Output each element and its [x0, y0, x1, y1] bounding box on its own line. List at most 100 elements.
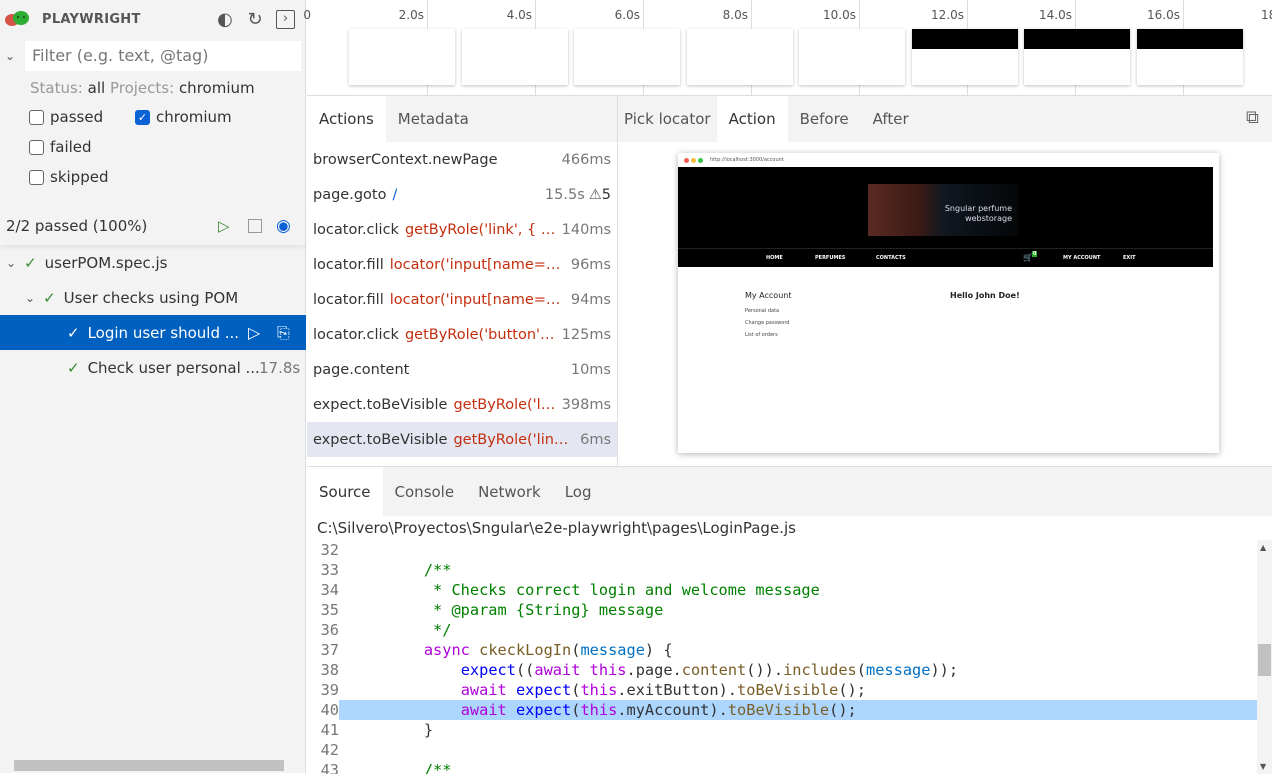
theme-toggle-icon[interactable]: ◐ [215, 10, 235, 30]
tree-item-test-selected[interactable]: ✓ Login user should ... ▷ ⎘ [0, 315, 306, 350]
timeline-frame[interactable] [799, 29, 905, 85]
timeline-frame[interactable] [1136, 29, 1243, 85]
code-line: 43 /** [307, 760, 1257, 774]
filter-status-summary[interactable]: Status: all Projects: chromium [30, 79, 255, 97]
action-item[interactable]: locator.click getByRole('link', { na... 14… [307, 212, 617, 247]
action-item[interactable]: locator.fill locator('input[name="p... 94m… [307, 282, 617, 317]
tab-console[interactable]: Console [383, 467, 467, 516]
tab-source[interactable]: Source [307, 467, 383, 516]
line-number: 32 [320, 541, 339, 559]
horizontal-scrollbar[interactable] [14, 760, 284, 771]
action-selector: getByRole('link', { na... [404, 221, 558, 238]
snapshot-page: Sngular perfume webstorage HOME PERFUMES … [678, 167, 1213, 453]
action-item[interactable]: page.goto/15.5s ⚠ 5 [307, 177, 617, 212]
filter-input[interactable]: Filter (e.g. text, @tag) [25, 41, 301, 71]
action-duration: 466ms [561, 151, 611, 168]
line-number: 40 [307, 700, 339, 720]
run-test-icon[interactable]: ▷ [248, 323, 260, 342]
checkbox-passed[interactable]: passed [29, 108, 103, 126]
timeline-tick-label: 10.0s [823, 8, 856, 22]
tab-network[interactable]: Network [466, 467, 553, 516]
timeline-tick-label: 18. [1261, 8, 1272, 22]
tab-actions[interactable]: Actions [307, 96, 386, 142]
code-token: includes [783, 661, 857, 679]
account-title: My Account [745, 291, 792, 300]
check-icon: ✓ [67, 323, 80, 342]
timeline-tick-label: 14.0s [1039, 8, 1072, 22]
actions-panel: Actions Metadata browserContext.newPage 4… [307, 96, 618, 466]
line-number: 36 [320, 621, 339, 639]
stop-icon[interactable] [248, 219, 262, 233]
action-selector: / [392, 186, 398, 203]
code-token: ckeckLogIn [479, 641, 572, 659]
line-number: 39 [320, 681, 339, 699]
timeline-frame[interactable] [1024, 29, 1130, 85]
timeline-tick-label: 6.0s [614, 8, 640, 22]
action-item[interactable]: page.content 10ms [307, 352, 617, 387]
code-token: await [460, 681, 507, 699]
action-duration: 15.5s [544, 186, 585, 203]
line-number: 34 [320, 581, 339, 599]
actions-list: browserContext.newPage 466ms page.goto/15.… [307, 142, 617, 457]
vertical-scrollbar[interactable]: ▲ ▼ [1257, 540, 1272, 774]
timeline-frame[interactable] [461, 29, 568, 85]
tab-before[interactable]: Before [788, 96, 861, 142]
timeline-frame[interactable] [686, 29, 793, 85]
code-line: 42 [307, 740, 1257, 760]
code-token: toBeVisible [727, 701, 830, 719]
action-item[interactable]: expect.toBeVisible getByRole('lin... 398ms [307, 387, 617, 422]
filter-collapse-chevron-icon[interactable]: ⌄ [5, 49, 15, 63]
tab-log[interactable]: Log [553, 467, 604, 516]
timeline-frame[interactable] [911, 29, 1018, 85]
open-external-icon[interactable]: ⧉ [1246, 107, 1259, 128]
site-nav: HOME PERFUMES CONTACTS 🛒 0 MY ACCOUNT EX… [678, 248, 1213, 267]
action-item[interactable]: browserContext.newPage 466ms [307, 142, 617, 177]
open-source-icon[interactable]: ⎘ [277, 323, 290, 343]
action-item[interactable]: locator.click getByRole('button', ... 125m… [307, 317, 617, 352]
action-item[interactable]: expect.toBeVisible getByRole('link',... 6m… [307, 422, 617, 457]
tab-after[interactable]: After [861, 96, 921, 142]
code-line: 39 await expect(this.exitButton).toBeVis… [307, 680, 1257, 700]
code-token: (); [838, 681, 866, 699]
scroll-up-icon[interactable]: ▲ [1260, 543, 1266, 552]
action-item[interactable]: locator.fill locator('input[name="e... 96m… [307, 247, 617, 282]
checkbox-chromium[interactable]: ✓ chromium [135, 108, 232, 126]
action-duration: 140ms [561, 221, 611, 238]
code-line: 36 */ [307, 620, 1257, 640]
checkbox-skipped[interactable]: skipped [29, 168, 108, 186]
pick-locator-button[interactable]: Pick locator [618, 96, 717, 142]
line-number: 38 [320, 661, 339, 679]
action-duration: 6ms [580, 431, 611, 448]
checkbox-failed[interactable]: failed [29, 138, 92, 156]
action-selector: getByRole('lin... [453, 396, 558, 413]
timeline[interactable]: 0 2.0s 4.0s 6.0s 8.0s 10.0s 12.0s 14.0s 16.0s 18. [303, 0, 1272, 96]
check-icon: ✓ [135, 109, 150, 125]
tree-item-test[interactable]: ✓ Check user personal ... 17.8s [0, 350, 306, 385]
tree-item-file[interactable]: ⌄ ✓ userPOM.spec.js [0, 245, 306, 280]
run-all-icon[interactable]: ▷ [218, 217, 230, 235]
action-duration: 398ms [561, 396, 611, 413]
code-line: 38 expect((await this.page.content()).in… [307, 660, 1257, 680]
line-number: 43 [320, 761, 339, 774]
tree-item-describe[interactable]: ⌄ ✓ User checks using POM [0, 280, 306, 315]
action-duration: 94ms [570, 291, 611, 308]
scroll-down-icon[interactable]: ▼ [1260, 762, 1266, 771]
action-duration: 96ms [570, 256, 611, 273]
chevron-down-icon: ⌄ [6, 255, 17, 270]
tab-action[interactable]: Action [716, 96, 788, 142]
watch-icon[interactable]: ◉ [276, 216, 291, 236]
timeline-frame[interactable] [349, 29, 455, 85]
tab-metadata[interactable]: Metadata [386, 96, 481, 142]
line-number: 42 [320, 741, 339, 759]
source-file-path: C:\Silvero\Proyectos\Sngular\e2e-playwri… [317, 519, 796, 537]
code-token: expect [515, 681, 572, 699]
code-token: * Checks correct login and welcome messa… [387, 581, 820, 599]
timeline-frame[interactable] [574, 29, 680, 85]
